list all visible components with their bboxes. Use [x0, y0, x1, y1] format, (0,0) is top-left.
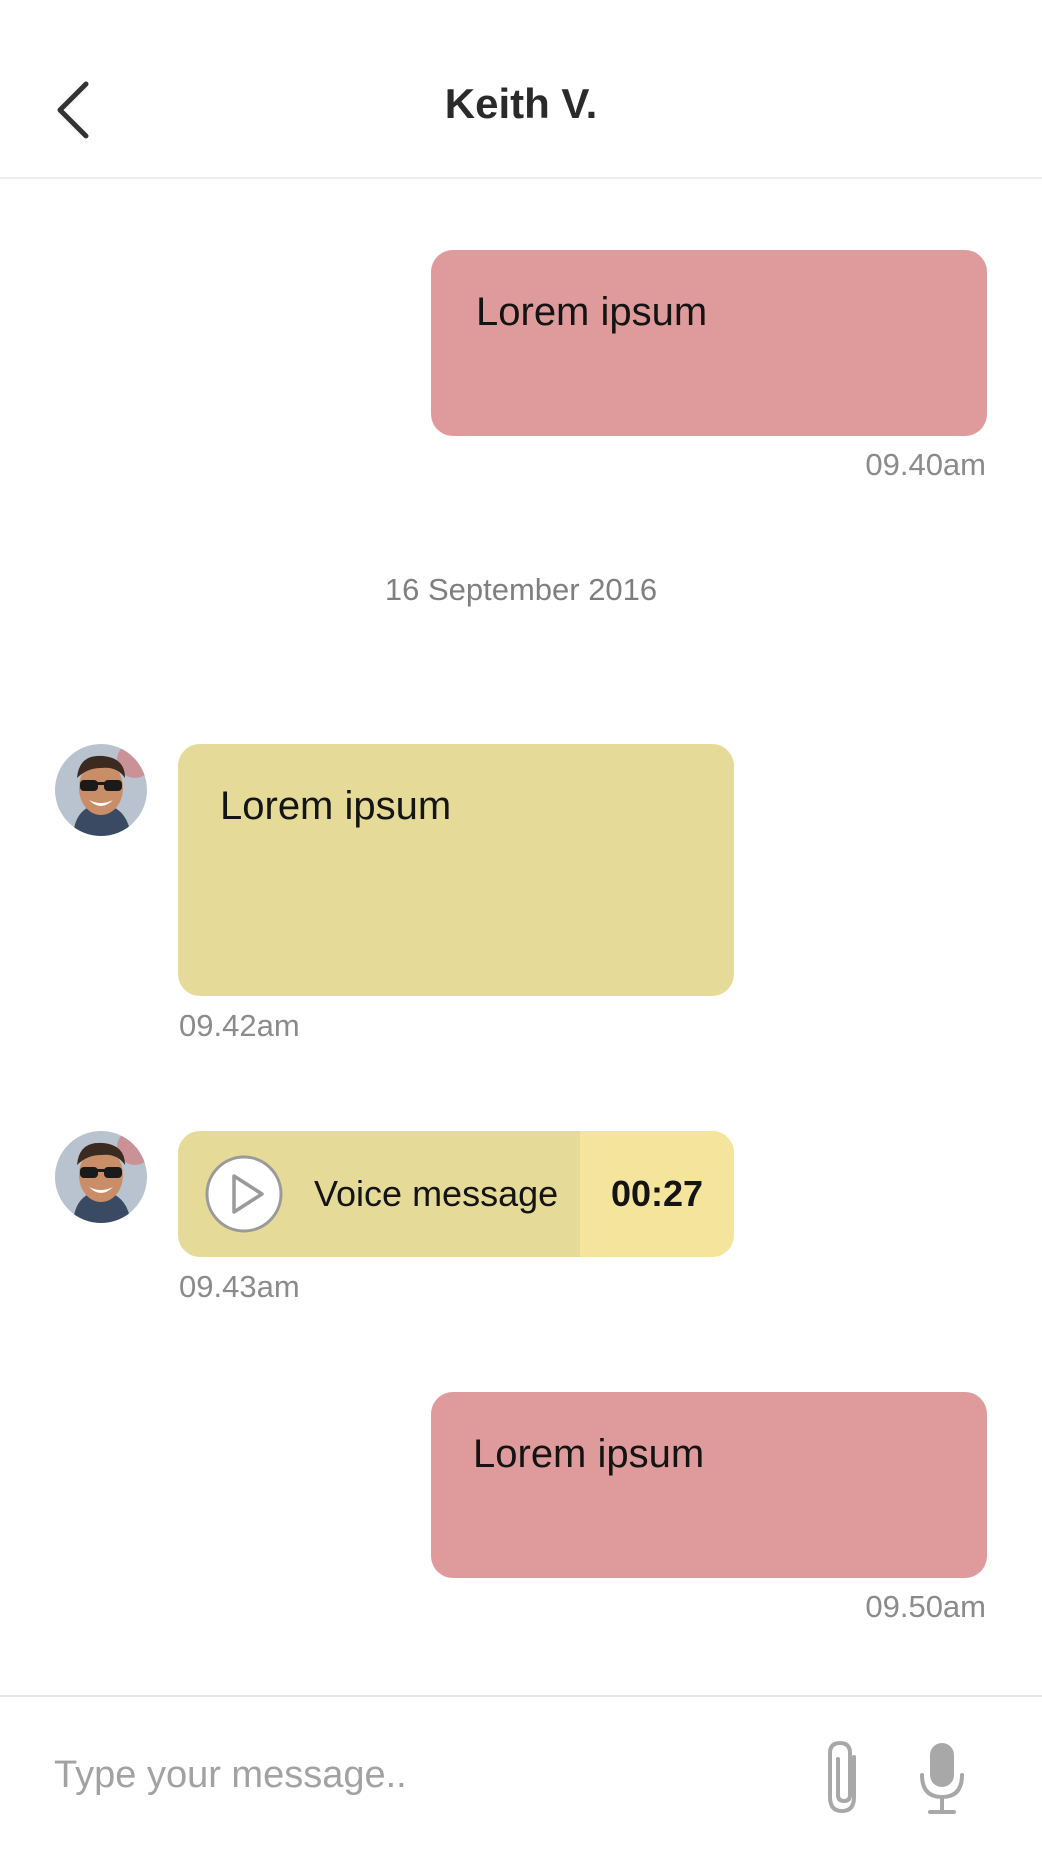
outgoing-message-bubble[interactable]: Lorem ipsum — [431, 1392, 987, 1578]
message-timestamp: 09.42am — [179, 1008, 300, 1043]
message-timestamp: 09.43am — [179, 1269, 300, 1304]
play-icon — [205, 1155, 283, 1233]
chat-header: Keith V. — [0, 0, 1042, 179]
paperclip-icon — [828, 1741, 856, 1813]
voice-duration: 00:27 — [610, 1173, 704, 1214]
date-separator: 16 September 2016 — [384, 572, 658, 607]
voice-message-label: Voice message — [314, 1173, 559, 1214]
voice-duration-box: 00:27 — [580, 1131, 734, 1257]
voice-message-bubble[interactable]: Voice message 00:27 — [178, 1131, 734, 1257]
avatar[interactable] — [55, 744, 147, 836]
avatar[interactable] — [55, 1131, 147, 1223]
chat-screen: Keith V. Lorem ipsum 09.40am 16 Septembe… — [0, 0, 1042, 1853]
play-button[interactable] — [204, 1154, 284, 1234]
message-timestamp: 09.40am — [865, 447, 986, 482]
attach-button[interactable] — [820, 1737, 868, 1817]
message-composer — [0, 1695, 1042, 1853]
message-input[interactable] — [54, 1745, 754, 1805]
avatar-photo-icon — [55, 1131, 147, 1223]
microphone-button[interactable] — [916, 1739, 968, 1819]
chat-title: Keith V. — [444, 80, 598, 127]
incoming-message-bubble[interactable]: Lorem ipsum — [178, 744, 734, 996]
message-text: Lorem ipsum — [473, 1432, 705, 1476]
avatar-photo-icon — [55, 744, 147, 836]
message-timestamp: 09.50am — [865, 1589, 986, 1624]
microphone-icon — [920, 1743, 964, 1814]
message-text: Lorem ipsum — [476, 290, 708, 334]
message-text: Lorem ipsum — [220, 784, 452, 828]
outgoing-message-bubble[interactable]: Lorem ipsum — [431, 250, 987, 436]
